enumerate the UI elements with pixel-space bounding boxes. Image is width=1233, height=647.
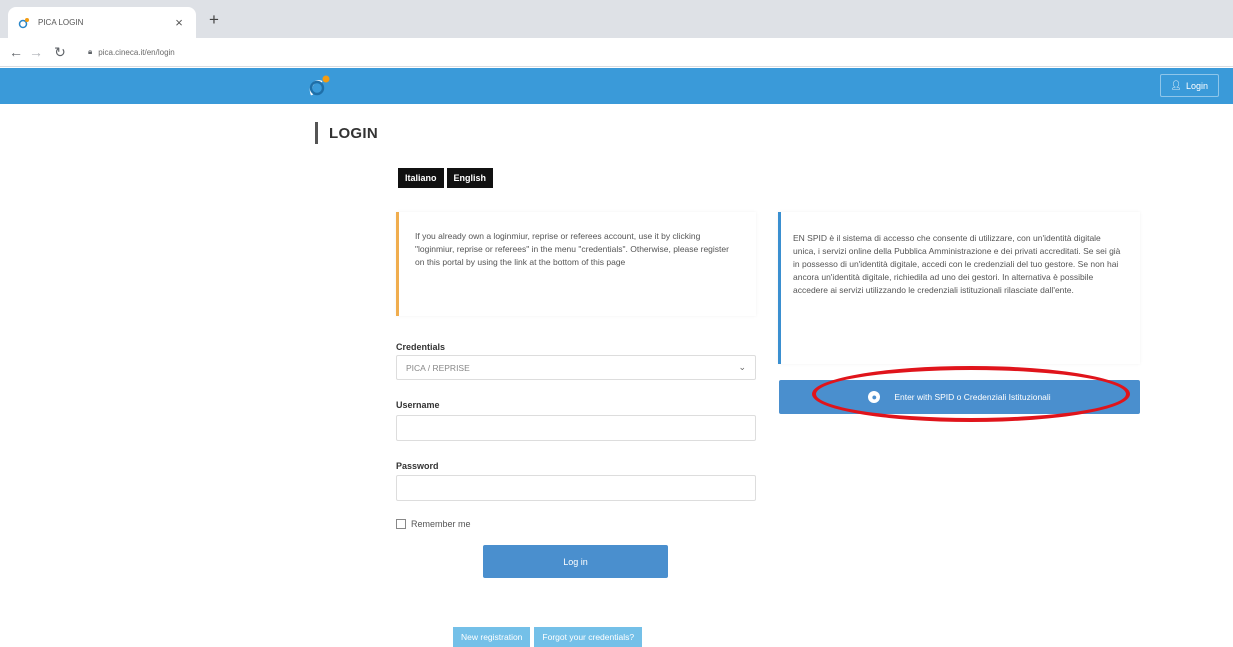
browser-addressbar: ← → ↻ 🔒︎ pica.cineca.it/en/login [0, 38, 1233, 67]
credentials-selected-value: PICA / REPRISE [406, 362, 470, 373]
remember-me[interactable]: Remember me [396, 519, 471, 529]
tab-title: PICA LOGIN [38, 18, 84, 27]
remember-me-label: Remember me [411, 519, 471, 529]
pica-logo[interactable] [306, 73, 332, 99]
back-arrow-icon[interactable]: ← [6, 44, 26, 60]
spid-info-box: EN SPID è il sistema di accesso che cons… [778, 212, 1140, 364]
spid-login-label: Enter with SPID o Credenziali Istituzion… [894, 392, 1051, 402]
spid-login-button[interactable]: ● Enter with SPID o Credenziali Istituzi… [779, 380, 1140, 414]
chevron-down-icon: ⌄ [738, 362, 746, 372]
password-input[interactable] [396, 475, 756, 501]
close-tab-icon[interactable]: × [172, 15, 186, 30]
lang-english-button[interactable]: English [446, 168, 494, 188]
forward-arrow-icon[interactable]: → [26, 44, 46, 60]
url-field[interactable]: pica.cineca.it/en/login [98, 48, 175, 57]
username-input[interactable] [396, 415, 756, 441]
page-title-block: LOGIN [315, 122, 378, 144]
new-registration-button[interactable]: New registration [453, 627, 531, 647]
account-links: New registration Forgot your credentials… [453, 627, 643, 647]
login-info-text: If you already own a loginmiur, reprise … [415, 231, 729, 267]
credentials-select[interactable]: PICA / REPRISE ⌄ [396, 355, 756, 380]
site-header: 👤︎ Login [0, 68, 1233, 104]
login-info-box: If you already own a loginmiur, reprise … [396, 212, 756, 316]
user-circle-icon: ● [868, 391, 881, 403]
lang-italiano-button[interactable]: Italiano [398, 168, 444, 188]
forgot-credentials-button[interactable]: Forgot your credentials? [534, 627, 643, 647]
header-login-label: Login [1185, 80, 1208, 91]
language-switcher: Italiano English [398, 168, 494, 188]
header-login-button[interactable]: 👤︎ Login [1159, 74, 1219, 97]
page-title: LOGIN [329, 124, 378, 142]
user-icon: 👤︎ [1170, 80, 1182, 90]
credentials-label: Credentials [396, 342, 446, 352]
reload-icon[interactable]: ↻ [50, 44, 70, 61]
browser-tabstrip: PICA LOGIN × + [0, 0, 1233, 38]
pica-favicon-icon [18, 17, 29, 28]
browser-tab[interactable]: PICA LOGIN × [8, 7, 196, 38]
login-button[interactable]: Log in [483, 545, 668, 578]
username-label: Username [396, 400, 440, 410]
password-label: Password [396, 461, 439, 471]
title-accent-bar [315, 122, 318, 144]
spid-info-text: EN SPID è il sistema di accesso che cons… [793, 233, 1121, 295]
remember-me-checkbox[interactable] [396, 519, 406, 529]
new-tab-icon[interactable]: + [203, 10, 225, 30]
lock-icon[interactable]: 🔒︎ [88, 47, 92, 57]
